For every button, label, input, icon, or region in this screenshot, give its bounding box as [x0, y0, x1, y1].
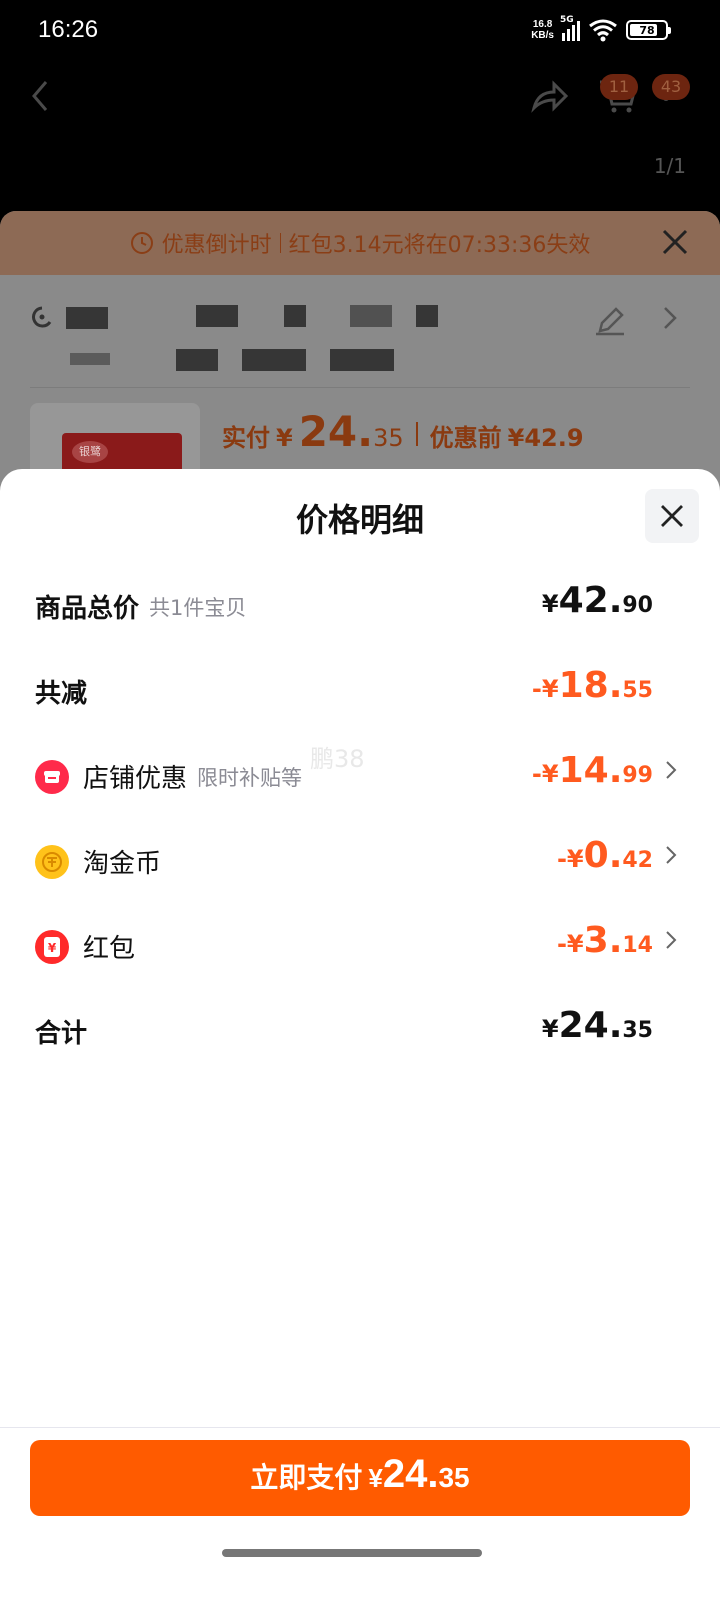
wifi-icon [589, 19, 617, 42]
status-bar: 16:26 16.8 KB/s 5G 78 [0, 0, 720, 62]
row-red-packet[interactable]: ¥ 红包 -¥ 3. 14 [35, 920, 685, 970]
location-pin-icon [32, 306, 52, 328]
paid-label: 实付 [222, 424, 270, 452]
row-label: 合计 [35, 1019, 88, 1049]
row-amount: ¥24. 35 [541, 1005, 653, 1046]
before-discount-label: 优惠前 [429, 424, 502, 452]
row-amount: ¥42. 90 [541, 580, 653, 621]
row-label: 淘金币 [83, 849, 162, 879]
network-speed: 16.8 KB/s [531, 19, 554, 41]
chevron-right-icon [664, 307, 677, 329]
footer-divider [0, 1427, 720, 1428]
row-amount: -¥ 3. 14 [556, 920, 653, 961]
paid-yen: ¥ [276, 424, 293, 452]
row-label: 店铺优惠 [83, 764, 188, 794]
address-section[interactable] [0, 275, 720, 395]
store-icon [35, 759, 69, 794]
price-detail-modal: 价格明细 商品总价 共1件宝贝 ¥42.90 共减 -¥18.55 鹏38 [0, 469, 720, 1600]
clock-icon [130, 232, 153, 254]
row-goods-total: 商品总价 共1件宝贝 ¥42. 90 [35, 580, 685, 630]
close-icon[interactable] [660, 227, 690, 257]
countdown-separator [279, 233, 281, 253]
row-total-discount: 共减 -¥ 18. 55 [35, 665, 685, 715]
row-sub: 共1件宝贝 [149, 595, 247, 620]
red-packet-icon: ¥ [35, 929, 69, 964]
pay-button-yen: ¥ [368, 1463, 383, 1493]
status-time: 16:26 [38, 16, 99, 43]
share-icon[interactable] [530, 76, 570, 116]
back-icon[interactable] [24, 76, 56, 116]
countdown-banner: 优惠倒计时 红包3.14元将在07:33:36失效 [0, 211, 720, 275]
countdown-label: 优惠倒计时 [161, 233, 272, 258]
edit-icon[interactable] [592, 305, 628, 337]
address-redacted [66, 307, 108, 329]
row-label: 商品总价 [35, 594, 140, 624]
row-amount: -¥ 0. 42 [556, 835, 653, 876]
before-discount-value: ¥42.9 [507, 424, 584, 452]
row-amount: -¥ 18. 55 [531, 665, 653, 706]
chevron-right-icon [666, 931, 677, 949]
row-grand-total: 合计 ¥24. 35 [35, 1005, 685, 1055]
pay-button-int: 24. [382, 1452, 439, 1496]
cart-badge: 11 [600, 74, 638, 100]
modal-title: 价格明细 [295, 501, 424, 539]
row-label: 红包 [83, 934, 136, 964]
countdown-message: 红包3.14元将在07:33:36失效 [288, 233, 591, 258]
status-icons: 16.8 KB/s 5G 78 [531, 15, 671, 42]
more-badge: 43 [652, 74, 690, 100]
row-label: 共减 [35, 679, 88, 709]
image-page-counter: 1/1 [653, 154, 686, 178]
battery-icon: 78 [626, 20, 671, 40]
chevron-right-icon [666, 761, 677, 779]
row-store-discount[interactable]: 店铺优惠 限时补贴等 -¥ 14. 99 [35, 750, 685, 800]
row-sub: 限时补贴等 [197, 765, 303, 790]
home-indicator[interactable] [222, 1549, 482, 1557]
chevron-right-icon [666, 846, 677, 864]
top-nav: 11 43 [0, 62, 720, 142]
pay-now-button[interactable]: 立即支付 ¥ 24. 35 [30, 1440, 690, 1516]
pay-button-label: 立即支付 [250, 1462, 363, 1493]
modal-close-button[interactable] [645, 489, 699, 543]
row-amount: -¥ 14. 99 [531, 750, 653, 791]
signal-type: 5G [560, 15, 574, 25]
svg-text:¥: ¥ [48, 941, 57, 955]
coin-icon [35, 844, 69, 879]
product-brand: 银鹭 [72, 441, 108, 463]
signal-icon: 5G [560, 15, 580, 41]
close-icon [661, 505, 683, 527]
product-row: 银鹭 实付 ¥ 24. 35 优惠前 ¥42.9 [0, 399, 720, 493]
pay-button-dec: 35 [438, 1462, 470, 1493]
divider [30, 387, 690, 388]
paid-int: 24. [298, 407, 374, 456]
row-taojinbi[interactable]: 淘金币 -¥ 0. 42 [35, 835, 685, 885]
paid-amount-line: 实付 ¥ 24. 35 优惠前 ¥42.9 [222, 407, 584, 456]
paid-dec: 35 [373, 424, 404, 452]
